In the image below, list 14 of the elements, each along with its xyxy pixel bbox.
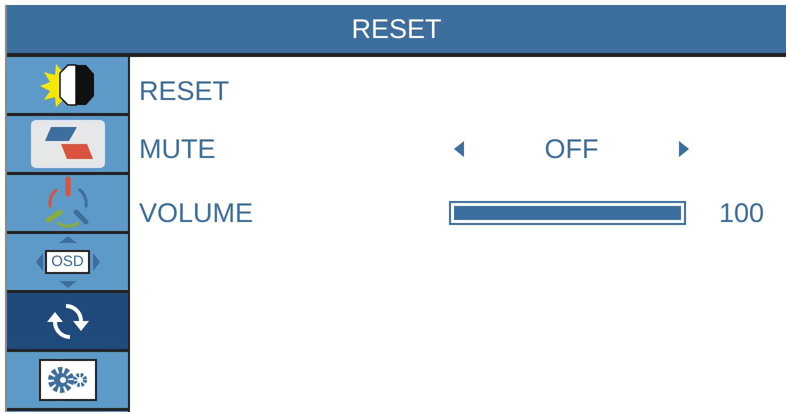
setting-value: OFF bbox=[544, 136, 600, 162]
left-triangle-icon bbox=[454, 141, 464, 157]
setting-label: RESET bbox=[139, 78, 230, 104]
menu-tab[interactable]: OSD bbox=[7, 234, 128, 293]
volume-slider[interactable] bbox=[449, 201, 686, 225]
window-title: RESET bbox=[351, 12, 442, 46]
gears-icon bbox=[38, 359, 96, 401]
setting-value: 100 bbox=[718, 200, 764, 226]
menu-tab[interactable] bbox=[7, 293, 128, 352]
setting-label: MUTE bbox=[139, 136, 216, 162]
right-triangle-icon bbox=[679, 141, 689, 157]
setting-label: VOLUME bbox=[139, 200, 254, 226]
menu-tab[interactable] bbox=[7, 175, 128, 234]
parallelogram-icon bbox=[30, 120, 104, 168]
